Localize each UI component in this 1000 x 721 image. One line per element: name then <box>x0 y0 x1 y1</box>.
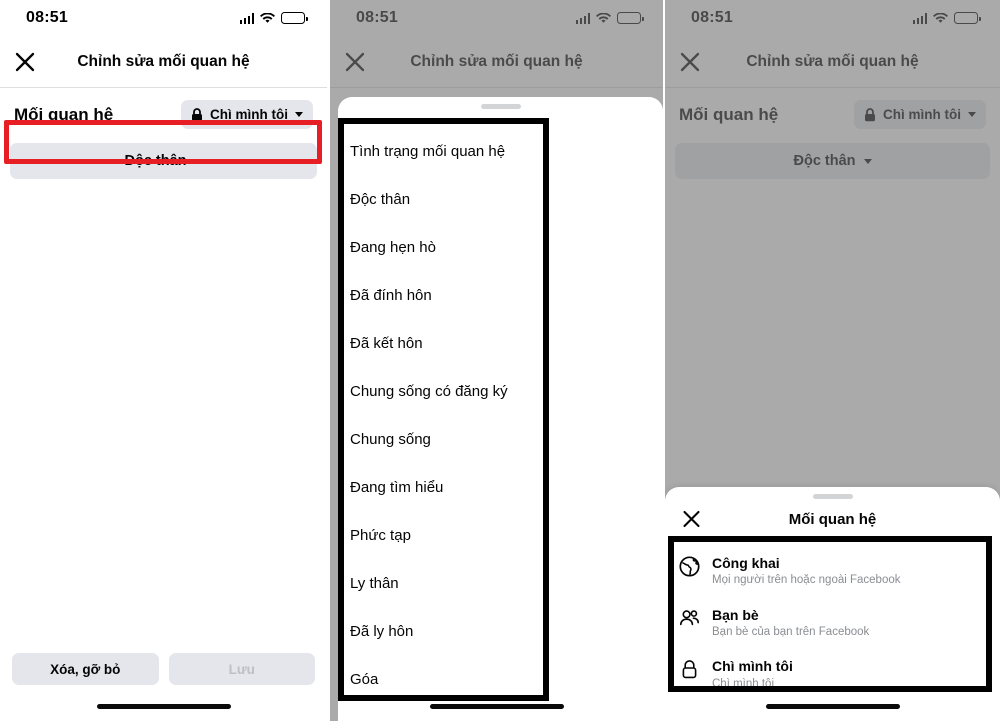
screenshot-root: 08:51 Chỉnh sửa mối quan hệ Mối quan hệ <box>0 0 1000 721</box>
cellular-signal-icon <box>239 12 254 24</box>
list-item-title: Công khai <box>712 555 780 571</box>
privacy-selector-button[interactable]: Chì mình tôi <box>181 100 313 129</box>
globe-icon <box>679 556 700 577</box>
list-item-subtitle: Bạn bè của bạn trên Facebook <box>712 625 870 638</box>
list-item-subtitle: Chì mình tôi <box>712 677 774 690</box>
list-item-only-me[interactable]: Chì mình tôi Chì mình tôi <box>679 649 1000 701</box>
home-indicator <box>429 704 564 709</box>
list-item[interactable]: Đã ly hôn <box>350 607 663 655</box>
chevron-down-icon <box>194 158 203 164</box>
list-item-title: Chì mình tôi <box>712 658 793 675</box>
relationship-status-label: Độc thân <box>124 153 187 169</box>
wifi-icon <box>260 12 275 24</box>
privacy-options-list: Công khai Mọi người trên hoặc ngoài Face… <box>665 539 1000 701</box>
list-item[interactable]: Góa <box>350 655 663 703</box>
save-button[interactable]: Lưu <box>168 653 315 685</box>
screen-status-options: 08:51 Chỉnh sửa mối quan hệ Mối quan hệ <box>330 0 663 721</box>
relationship-row: Mối quan hệ Chì mình tôi <box>0 88 327 139</box>
list-item[interactable]: Chung sống <box>350 415 663 463</box>
list-item[interactable]: Phức tạp <box>350 511 663 559</box>
status-options-list: Tình trạng mối quan hệ Độc thân Đang hẹn… <box>338 109 663 703</box>
page-title: Chỉnh sửa mối quan hệ <box>77 52 250 70</box>
relationship-label: Mối quan hệ <box>14 104 114 124</box>
battery-icon <box>281 12 308 24</box>
lock-icon <box>191 107 203 122</box>
list-item-title: Bạn bè <box>712 606 759 623</box>
list-item[interactable]: Tình trạng mối quan hệ <box>350 127 663 175</box>
list-item[interactable]: Ly thân <box>350 559 663 607</box>
list-item[interactable]: Chung sống có đăng ký <box>350 367 663 415</box>
delete-button[interactable]: Xóa, gỡ bỏ <box>12 653 159 685</box>
list-item-friends[interactable]: Bạn bè Bạn bè của bạn trên Facebook <box>679 598 1000 650</box>
screen-edit-relationship: 08:51 Chỉnh sửa mối quan hệ Mối quan hệ <box>0 0 327 721</box>
list-item-text: Bạn bè Bạn bè của bạn trên Facebook <box>712 606 869 641</box>
list-item[interactable]: Đang tìm hiểu <box>350 463 663 511</box>
status-bar: 08:51 <box>0 0 327 36</box>
status-bar-clock: 08:51 <box>26 9 68 26</box>
close-icon[interactable] <box>682 510 701 529</box>
list-item-text: Chì mình tôi Chì mình tôi <box>712 657 793 692</box>
close-icon[interactable] <box>14 51 36 73</box>
list-item-public[interactable]: Công khai Mọi người trên hoặc ngoài Face… <box>679 546 1000 598</box>
nav-bar: Chỉnh sửa mối quan hệ <box>0 36 327 88</box>
status-options-sheet: Tình trạng mối quan hệ Độc thân Đang hẹn… <box>338 97 663 721</box>
list-item-subtitle: Mọi người trên hoặc ngoài Facebook <box>712 574 901 587</box>
status-bar-icons <box>239 12 308 24</box>
bottom-action-bar: Xóa, gỡ bỏ Lưu <box>0 653 327 685</box>
privacy-sheet-title: Mối quan hệ <box>788 510 877 528</box>
list-item[interactable]: Độc thân <box>350 175 663 223</box>
screen-privacy-options: 08:51 Chỉnh sửa mối quan hệ Mối quan hệ <box>665 0 1000 721</box>
privacy-options-sheet: Mối quan hệ Công khai Mọi người trên hoặ… <box>665 487 1000 721</box>
chevron-down-icon <box>295 112 303 117</box>
lock-icon <box>679 659 700 680</box>
list-item-text: Công khai Mọi người trên hoặc ngoài Face… <box>712 554 901 589</box>
home-indicator <box>96 704 231 709</box>
list-item[interactable]: Đã đính hôn <box>350 271 663 319</box>
friends-icon <box>679 608 700 629</box>
home-indicator <box>765 704 900 709</box>
privacy-selector-label: Chì mình tôi <box>210 107 288 122</box>
list-item[interactable]: Đang hẹn hò <box>350 223 663 271</box>
list-item[interactable]: Đã kết hôn <box>350 319 663 367</box>
relationship-status-button[interactable]: Độc thân <box>10 143 317 179</box>
privacy-sheet-header: Mối quan hệ <box>665 499 1000 539</box>
